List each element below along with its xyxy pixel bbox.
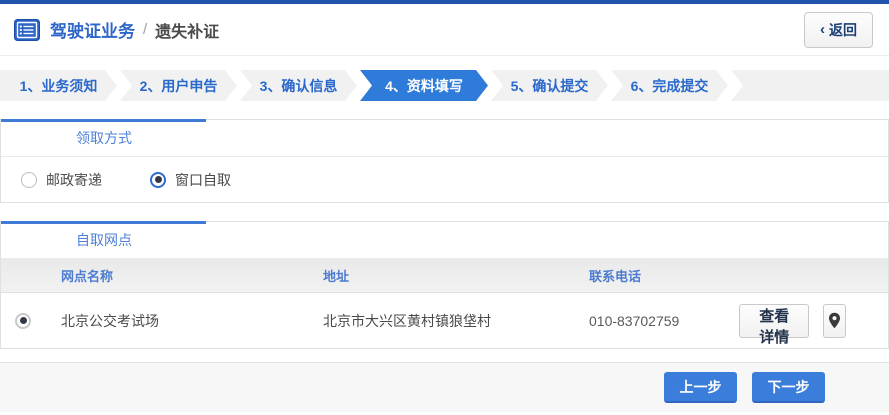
view-details-button[interactable]: 查看详情 xyxy=(739,304,809,338)
title-separator: / xyxy=(143,21,147,38)
pickup-method-section: 领取方式 邮政寄递 窗口自取 xyxy=(0,119,889,203)
back-button[interactable]: ‹ 返回 xyxy=(804,12,873,48)
list-form-icon xyxy=(14,19,40,41)
location-phone: 010-83702759 xyxy=(589,313,739,329)
radio-option-postal[interactable]: 邮政寄递 xyxy=(21,170,102,190)
step-6-complete-submit[interactable]: 6、完成提交 xyxy=(611,70,728,101)
locations-table-header: 网点名称 地址 联系电话 xyxy=(1,259,888,293)
location-name: 北京公交考试场 xyxy=(61,311,323,331)
radio-location-selected[interactable] xyxy=(15,313,31,329)
column-header-name: 网点名称 xyxy=(61,266,323,285)
page-header: 驾驶证业务 / 遗失补证 ‹ 返回 xyxy=(0,4,889,56)
page-title-business: 驾驶证业务 xyxy=(50,17,135,42)
pickup-method-header: 领取方式 xyxy=(1,120,888,157)
location-table-row[interactable]: 北京公交考试场 北京市大兴区黄村镇狼垡村 010-83702759 查看详情 xyxy=(1,293,888,348)
pickup-locations-header: 自取网点 xyxy=(1,222,888,259)
radio-window-pickup-icon[interactable] xyxy=(150,172,166,188)
chevron-left-icon: ‹ xyxy=(820,22,825,37)
step-5-confirm-submit[interactable]: 5、确认提交 xyxy=(491,70,608,101)
step-3-confirm-info[interactable]: 3、确认信息 xyxy=(240,70,357,101)
page-title-service: 遗失补证 xyxy=(155,18,219,42)
step-1-business-notice[interactable]: 1、业务须知 xyxy=(0,70,117,101)
step-2-user-declaration[interactable]: 2、用户申告 xyxy=(120,70,237,101)
step-4-fill-data-active[interactable]: 4、资料填写 xyxy=(360,70,488,101)
column-header-phone: 联系电话 xyxy=(589,266,739,285)
radio-window-pickup-label: 窗口自取 xyxy=(175,170,231,190)
radio-postal-label: 邮政寄递 xyxy=(46,170,102,190)
step-wizard-tail xyxy=(731,70,889,101)
next-step-button[interactable]: 下一步 xyxy=(752,372,825,403)
footer-action-bar: 上一步 下一步 xyxy=(0,362,889,412)
location-address: 北京市大兴区黄村镇狼垡村 xyxy=(323,311,589,331)
location-pin-icon xyxy=(828,312,841,329)
back-button-label: 返回 xyxy=(829,20,857,40)
pickup-method-options: 邮政寄递 窗口自取 xyxy=(1,157,888,202)
pickup-locations-section: 自取网点 网点名称 地址 联系电话 北京公交考试场 北京市大兴区黄村镇狼垡村 0… xyxy=(0,221,889,349)
pickup-method-title: 领取方式 xyxy=(76,128,132,148)
step-wizard: 1、业务须知 2、用户申告 3、确认信息 4、资料填写 5、确认提交 6、完成提… xyxy=(0,70,889,101)
column-header-address: 地址 xyxy=(323,266,589,285)
radio-postal-icon[interactable] xyxy=(21,172,37,188)
radio-option-window-pickup[interactable]: 窗口自取 xyxy=(150,170,231,190)
map-location-button[interactable] xyxy=(823,304,846,338)
previous-step-button[interactable]: 上一步 xyxy=(664,372,737,403)
pickup-locations-title: 自取网点 xyxy=(76,230,132,250)
